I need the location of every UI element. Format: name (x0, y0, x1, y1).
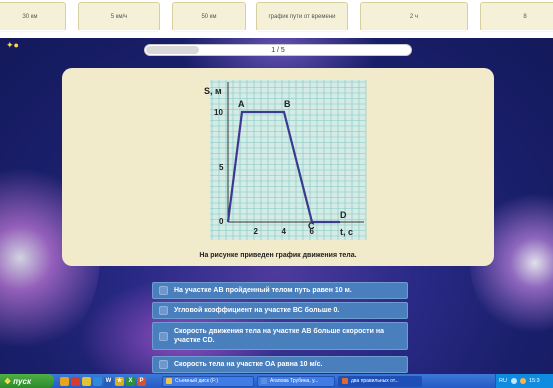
y-tick-label: 0 (219, 217, 224, 226)
star-icon[interactable]: ★ (115, 376, 124, 386)
x-axis-label: t, c (340, 227, 353, 237)
top-card[interactable]: 50 км (172, 2, 246, 32)
option-text: Угловой коэффициент на участке ВС больше… (174, 307, 340, 314)
taskbar: ❖ пуск W ★ X P Съемный диск (F:) Агапова… (0, 374, 553, 388)
top-card-label: 5 км/ч (110, 14, 128, 20)
sparkle-icon: ✦ (6, 40, 14, 50)
progress-bar: 1 / 5 (144, 44, 412, 56)
x-tick-label: 2 (254, 227, 259, 236)
browser-icon[interactable] (60, 376, 69, 386)
checkbox-icon[interactable] (159, 306, 168, 315)
language-indicator[interactable]: RU (499, 378, 507, 384)
taskbar-task[interactable]: Съемный диск (F:) (162, 375, 254, 387)
top-card[interactable]: 2 ч (360, 2, 468, 32)
strip-fade (0, 30, 553, 38)
media-icon[interactable] (71, 376, 80, 386)
clock: 15:3 (528, 378, 540, 384)
quick-launch: W ★ X P (60, 376, 148, 386)
top-card-label: 30 км (22, 14, 38, 20)
task-label: Агапова Трубина, у... (270, 378, 319, 384)
answer-option[interactable]: На участке АВ пройденный телом путь раве… (152, 282, 408, 299)
system-tray: RU 15:3 (495, 374, 553, 388)
document-icon (261, 378, 267, 384)
y-tick-label: 5 (219, 163, 224, 172)
top-card-label: 8 (523, 14, 527, 20)
drive-icon (166, 378, 172, 384)
option-text: Скорость движения тела на участке АВ бол… (174, 328, 384, 344)
point-label: B (284, 99, 291, 109)
y-axis-label: S, м (204, 86, 222, 96)
quiz-stage: ✦● 1 / 5 S, м t, c 0 5 10 246 ABCD На рису… (0, 38, 553, 374)
question-text: На рисунке приведен график движения тела… (199, 252, 357, 259)
top-card-label: 50 км (201, 14, 217, 20)
progress-label: 1 / 5 (271, 47, 285, 54)
top-answer-strip: 30 км 5 км/ч 50 км график пути от времен… (0, 0, 553, 38)
folder-icon[interactable] (82, 376, 91, 386)
top-card[interactable]: 5 км/ч (78, 2, 160, 32)
top-card-label: 2 ч (409, 14, 419, 20)
point-label: D (340, 210, 347, 220)
x-tick-label: 4 (282, 227, 287, 236)
question-card: S, м t, c 0 5 10 246 ABCD На рисунке приве… (62, 68, 494, 266)
checkbox-icon[interactable] (159, 360, 168, 369)
powerpoint-icon[interactable]: P (137, 376, 146, 386)
taskbar-task[interactable]: Агапова Трубина, у... (257, 375, 335, 387)
answer-option[interactable]: Угловой коэффициент на участке ВС больше… (152, 302, 408, 319)
top-card-label: график пути от времени (268, 14, 336, 20)
checkbox-icon[interactable] (159, 286, 168, 295)
volume-icon[interactable] (519, 378, 526, 384)
presentation-icon (342, 378, 348, 384)
word-icon[interactable]: W (104, 376, 113, 386)
y-tick-label: 10 (214, 108, 223, 117)
point-label: A (238, 99, 245, 109)
motion-graph: S, м t, c 0510 246 A BCD (204, 80, 367, 240)
bulb-icon: ● (13, 40, 19, 50)
start-button[interactable]: ❖ пуск (0, 374, 54, 388)
top-card[interactable]: 30 км (0, 2, 66, 32)
option-text: Скорость тела на участке ОА равна 10 м/с… (174, 361, 323, 368)
task-label: два правильных от... (351, 378, 399, 384)
answer-option[interactable]: Скорость тела на участке ОА равна 10 м/с… (152, 356, 408, 373)
point-label: C (308, 221, 315, 231)
taskbar-task[interactable]: два правильных от... (338, 375, 422, 387)
top-card[interactable]: график пути от времени (256, 2, 348, 32)
top-card[interactable]: 8 (480, 2, 553, 32)
excel-icon[interactable]: X (126, 376, 135, 386)
windows-flag-icon: ❖ (4, 376, 12, 386)
checkbox-icon[interactable] (159, 331, 168, 341)
corner-icons: ✦● (6, 40, 19, 51)
start-label: пуск (13, 376, 32, 386)
ie-icon[interactable] (93, 376, 102, 386)
network-icon[interactable] (510, 378, 517, 384)
task-label: Съемный диск (F:) (175, 378, 219, 384)
answer-option[interactable]: Скорость движения тела на участке АВ бол… (152, 322, 408, 350)
option-text: На участке АВ пройденный телом путь раве… (174, 287, 352, 294)
